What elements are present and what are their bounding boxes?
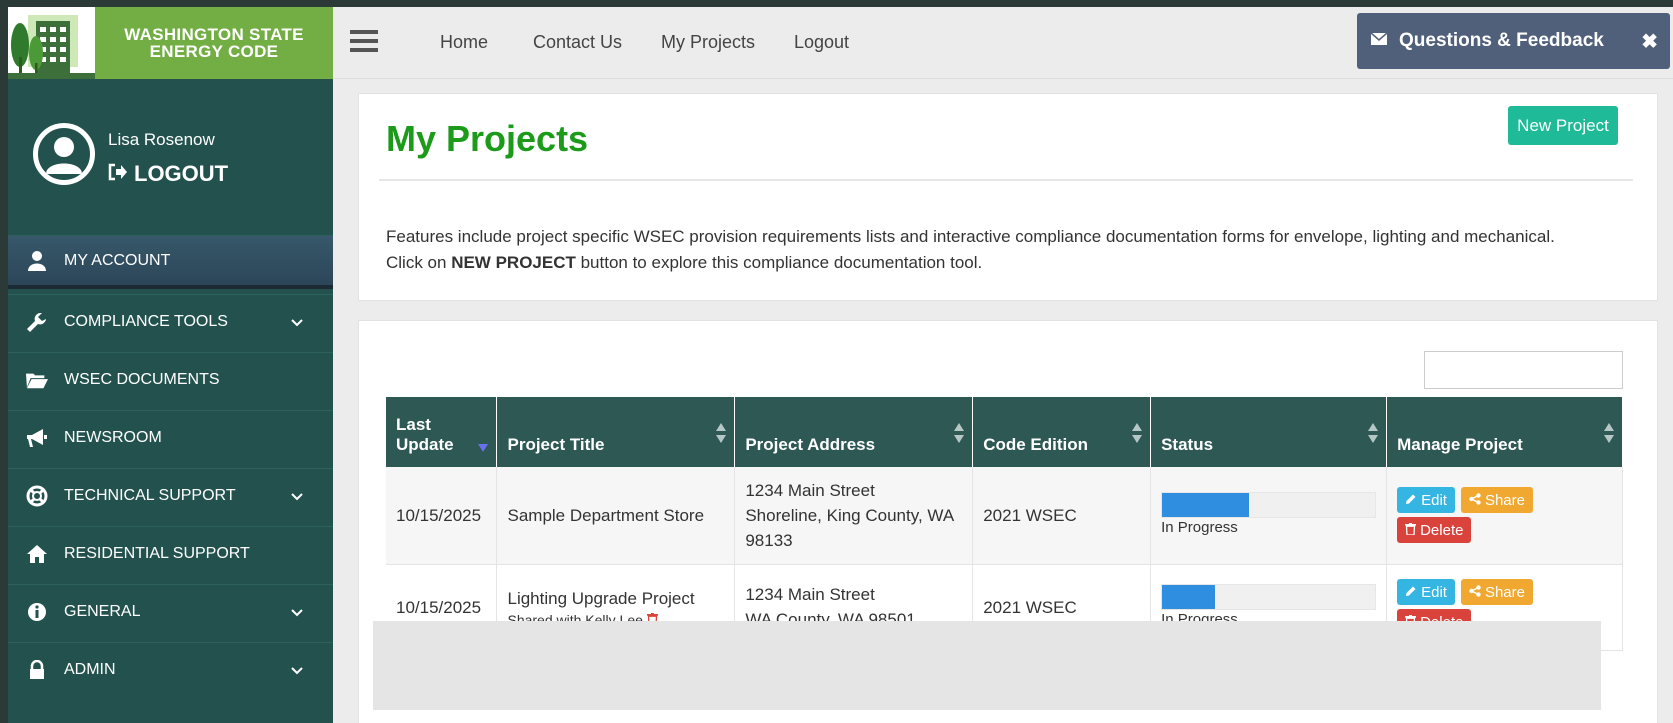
share-button[interactable]: Share <box>1460 579 1533 605</box>
sort-icon <box>716 423 727 448</box>
app-window: WASHINGTON STATE ENERGY CODE Lisa Roseno… <box>8 7 1673 723</box>
intro-text: Features include project specific WSEC p… <box>386 227 1555 272</box>
sidebar-item-admin[interactable]: ADMIN <box>8 642 333 696</box>
sidebar-item-residential-support[interactable]: RESIDENTIAL SUPPORT <box>8 526 333 580</box>
delete-button[interactable]: Delete <box>1397 517 1472 544</box>
new-project-button[interactable]: New Project <box>1508 106 1618 145</box>
chevron-down-icon <box>291 314 303 332</box>
sidebar-item-my-account[interactable]: MY ACCOUNT <box>8 235 333 289</box>
cell-code-edition: 2021 WSEC <box>972 467 1152 565</box>
lock-icon <box>26 659 48 681</box>
progress-bar <box>1161 584 1377 610</box>
page-header-panel: My Projects New Project Features include… <box>358 93 1658 301</box>
chevron-down-icon <box>291 604 303 622</box>
sidebar-item-label: RESIDENTIAL SUPPORT <box>64 544 250 562</box>
status-text: In Progress <box>1161 519 1238 537</box>
logo-text: WASHINGTON STATE ENERGY CODE <box>124 25 304 61</box>
chevron-down-icon <box>291 662 303 680</box>
sort-icon <box>954 423 965 448</box>
edit-button[interactable]: Edit <box>1397 579 1455 605</box>
sort-icon <box>1604 423 1614 448</box>
progress-bar <box>1161 492 1377 519</box>
info-icon <box>26 601 48 623</box>
divider <box>379 179 1633 181</box>
sidebar-item-label: TECHNICAL SUPPORT <box>64 486 236 504</box>
column-header-code-edition[interactable]: Code Edition <box>972 397 1152 467</box>
sidebar-item-label: WSEC DOCUMENTS <box>64 370 220 388</box>
page-title: My Projects <box>386 118 589 159</box>
column-header-status[interactable]: Status <box>1150 397 1388 467</box>
sidebar-item-wsec-documents[interactable]: WSEC DOCUMENTS <box>8 352 333 406</box>
cell-status: In Progress <box>1150 467 1388 565</box>
wrench-icon <box>26 311 48 333</box>
sidebar-item-newsroom[interactable]: NEWSROOM <box>8 410 333 464</box>
table-header-row: Last Update Project Title Project Address <box>386 397 1623 467</box>
sort-icon <box>1132 423 1143 448</box>
nav-link-home[interactable]: Home <box>440 32 488 53</box>
cell-manage: Edit Share Delete <box>1386 467 1623 565</box>
chevron-down-icon <box>291 488 303 506</box>
pencil-icon <box>1405 488 1417 513</box>
cell-last-update: 10/15/2025 <box>386 467 498 565</box>
close-icon[interactable]: ✖ <box>1641 29 1658 54</box>
user-panel: Lisa Rosenow LOGOUT <box>8 79 333 242</box>
cell-project-title: Sample Department Store <box>496 467 736 565</box>
pencil-icon <box>1405 580 1417 605</box>
feedback-label: Questions & Feedback <box>1399 30 1604 51</box>
sort-desc-icon <box>478 437 489 457</box>
progress-fill <box>1162 585 1216 609</box>
sidebar-item-general[interactable]: GENERAL <box>8 584 333 638</box>
sidebar: WASHINGTON STATE ENERGY CODE Lisa Roseno… <box>8 7 333 723</box>
column-header-project-address[interactable]: Project Address <box>734 397 974 467</box>
bullhorn-icon <box>26 427 48 449</box>
sort-icon <box>1368 423 1379 448</box>
sign-out-icon <box>108 161 128 187</box>
progress-fill <box>1162 493 1250 518</box>
column-header-last-update[interactable]: Last Update <box>386 397 498 467</box>
home-icon <box>26 543 48 565</box>
sidebar-item-label: GENERAL <box>64 602 141 620</box>
search-input[interactable] <box>1424 351 1623 389</box>
envelope-icon <box>1370 30 1388 52</box>
lifebuoy-icon <box>26 485 48 507</box>
share-icon <box>1469 580 1481 605</box>
sidebar-item-label: NEWSROOM <box>64 428 162 446</box>
sidebar-item-label: ADMIN <box>64 660 116 678</box>
feedback-widget[interactable]: Questions & Feedback ✖ <box>1357 13 1670 69</box>
column-header-project-title[interactable]: Project Title <box>496 397 736 467</box>
trash-icon <box>1405 518 1417 543</box>
site-logo[interactable]: WASHINGTON STATE ENERGY CODE <box>8 7 333 79</box>
sidebar-item-technical-support[interactable]: TECHNICAL SUPPORT <box>8 468 333 522</box>
nav-link-contact-us[interactable]: Contact Us <box>533 32 622 53</box>
edit-button[interactable]: Edit <box>1397 487 1455 514</box>
hamburger-menu-icon[interactable] <box>350 29 378 58</box>
sidebar-logout-link[interactable]: LOGOUT <box>108 161 228 187</box>
user-avatar-icon <box>33 123 95 185</box>
column-header-manage-project[interactable]: Manage Project <box>1386 397 1623 467</box>
loading-overlay <box>373 621 1601 710</box>
share-button[interactable]: Share <box>1460 487 1533 514</box>
nav-link-logout[interactable]: Logout <box>794 32 849 53</box>
sidebar-item-compliance-tools[interactable]: COMPLIANCE TOOLS <box>8 294 333 348</box>
user-icon <box>26 250 48 272</box>
logo-graphic-icon <box>8 7 95 79</box>
sidebar-item-label: MY ACCOUNT <box>64 251 171 269</box>
nav-link-my-projects[interactable]: My Projects <box>661 32 755 53</box>
share-icon <box>1469 488 1481 513</box>
projects-table: Last Update Project Title Project Address <box>386 397 1623 651</box>
user-name: Lisa Rosenow <box>108 130 215 149</box>
folder-open-icon <box>26 369 48 391</box>
table-row: 10/15/2025 Sample Department Store 1234 … <box>386 467 1623 565</box>
cell-project-address: 1234 Main Street Shoreline, King County,… <box>734 467 974 565</box>
sidebar-item-label: COMPLIANCE TOOLS <box>64 312 228 330</box>
